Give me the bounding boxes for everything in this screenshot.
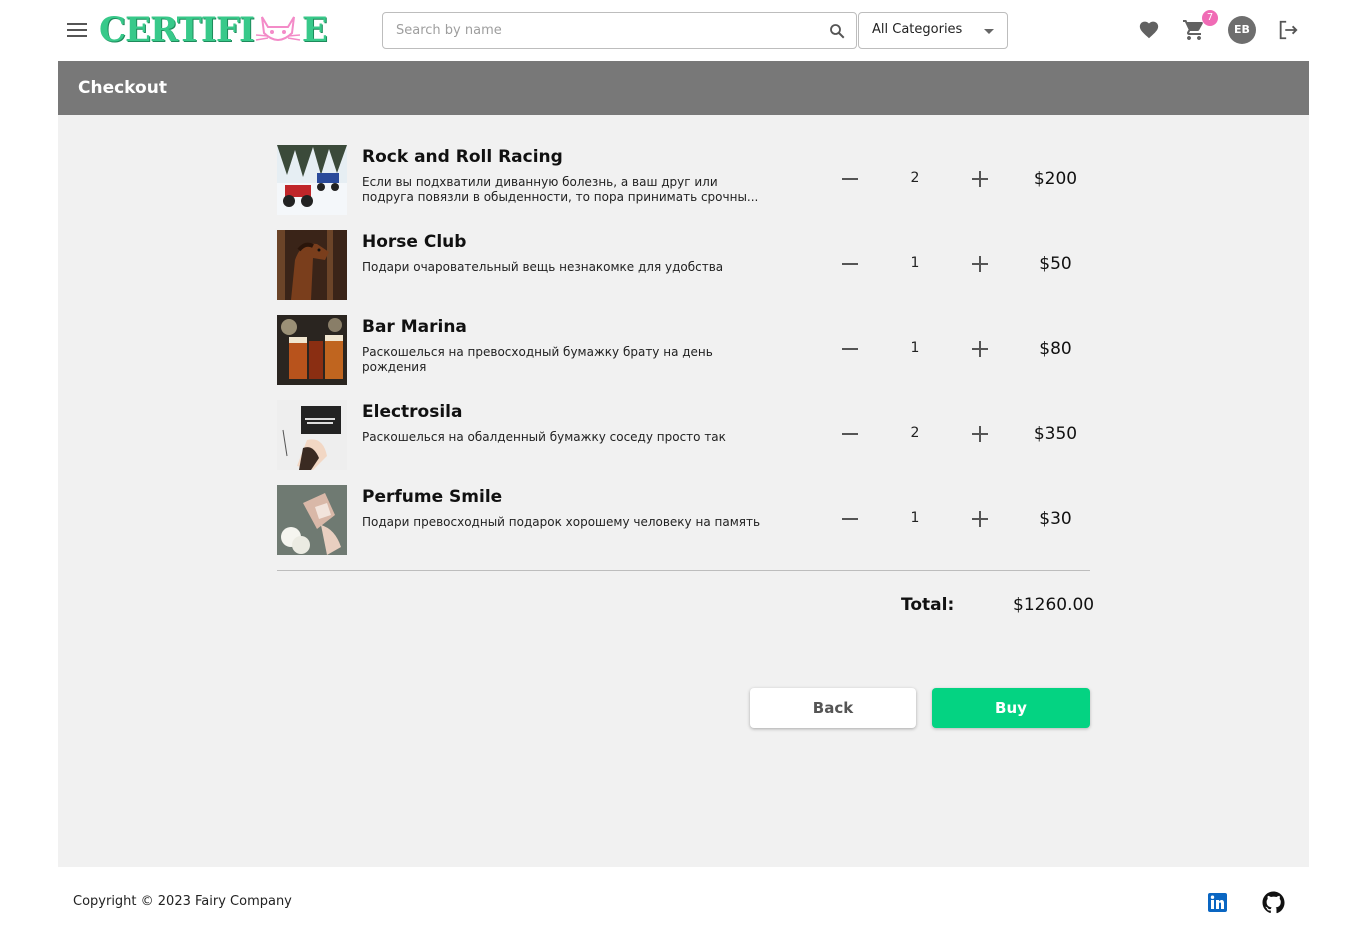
app-header: CERTIFI E All Categories 7 EB xyxy=(0,0,1369,61)
cart-count-badge: 7 xyxy=(1202,10,1218,26)
item-quantity: 1 xyxy=(910,340,920,356)
minus-icon[interactable] xyxy=(842,433,858,435)
item-price: $30 xyxy=(1039,509,1072,529)
logout-icon[interactable] xyxy=(1277,19,1299,41)
total-label: Total: xyxy=(901,595,955,615)
plus-icon[interactable] xyxy=(972,511,988,527)
plus-icon[interactable] xyxy=(972,256,988,272)
item-price: $80 xyxy=(1039,339,1072,359)
item-image-drinks xyxy=(277,315,347,385)
cart-item: Rock and Roll Racing Если вы подхватили … xyxy=(277,145,1092,215)
cat-logo-icon xyxy=(254,11,302,49)
plus-icon[interactable] xyxy=(972,341,988,357)
plus-icon[interactable] xyxy=(972,426,988,442)
item-image-horse xyxy=(277,230,347,300)
menu-icon[interactable] xyxy=(66,20,88,40)
item-quantity: 2 xyxy=(910,425,920,441)
checkout-main: Rock and Roll Racing Если вы подхватили … xyxy=(58,115,1309,867)
cart-item: Bar Marina Раскошелься на превосходный б… xyxy=(277,315,1092,385)
cart-item: Electrosila Раскошелься на обалденный бу… xyxy=(277,400,1092,470)
item-title[interactable]: Rock and Roll Racing xyxy=(362,147,563,167)
item-description: Раскошелься на превосходный бумажку брат… xyxy=(362,345,713,374)
search-input[interactable] xyxy=(383,13,803,48)
item-title[interactable]: Perfume Smile xyxy=(362,487,502,507)
heart-icon[interactable] xyxy=(1138,19,1160,41)
item-image-laptop xyxy=(277,400,347,470)
item-description: Подари очаровательный вещь незнакомке дл… xyxy=(362,260,724,274)
cart-item: Perfume Smile Подари превосходный подаро… xyxy=(277,485,1092,555)
item-description: Если вы подхватили диванную болезнь, а в… xyxy=(362,175,759,204)
logo-text-left: CERTIFI xyxy=(99,10,255,50)
cart-item: Horse Club Подари очаровательный вещь не… xyxy=(277,230,1092,300)
item-description: Раскошелься на обалденный бумажку соседу… xyxy=(362,430,726,444)
back-button[interactable]: Back xyxy=(750,688,916,728)
item-quantity: 1 xyxy=(910,510,920,526)
minus-icon[interactable] xyxy=(842,518,858,520)
item-quantity: 1 xyxy=(910,255,920,271)
item-quantity: 2 xyxy=(910,170,920,186)
item-description: Подари превосходный подарок хорошему чел… xyxy=(362,515,761,529)
logo-text-right: E xyxy=(301,10,328,50)
user-avatar[interactable]: EB xyxy=(1228,16,1256,44)
page-title: Checkout xyxy=(78,78,167,98)
item-image-atv xyxy=(277,145,347,215)
copyright-text: Copyright © 2023 Fairy Company xyxy=(73,894,292,909)
total-value: $1260.00 xyxy=(1013,595,1095,615)
search-icon[interactable] xyxy=(828,22,846,40)
search-box xyxy=(382,12,857,49)
item-price: $50 xyxy=(1039,254,1072,274)
item-title[interactable]: Bar Marina xyxy=(362,317,467,337)
chevron-down-icon xyxy=(984,29,994,34)
footer: Copyright © 2023 Fairy Company xyxy=(0,867,1369,935)
item-title[interactable]: Horse Club xyxy=(362,232,466,252)
item-price: $350 xyxy=(1033,424,1078,444)
linkedin-icon[interactable] xyxy=(1208,893,1227,912)
plus-icon[interactable] xyxy=(972,171,988,187)
category-selected-value: All Categories xyxy=(872,22,963,37)
buy-button[interactable]: Buy xyxy=(932,688,1090,728)
item-price: $200 xyxy=(1033,169,1078,189)
divider xyxy=(277,570,1090,571)
category-select[interactable]: All Categories xyxy=(858,12,1008,49)
logo[interactable]: CERTIFI E xyxy=(99,10,328,50)
item-image-perfume xyxy=(277,485,347,555)
item-title[interactable]: Electrosila xyxy=(362,402,462,422)
minus-icon[interactable] xyxy=(842,263,858,265)
github-icon[interactable] xyxy=(1262,891,1285,914)
minus-icon[interactable] xyxy=(842,178,858,180)
minus-icon[interactable] xyxy=(842,348,858,350)
checkout-title-bar: Checkout xyxy=(58,61,1309,115)
